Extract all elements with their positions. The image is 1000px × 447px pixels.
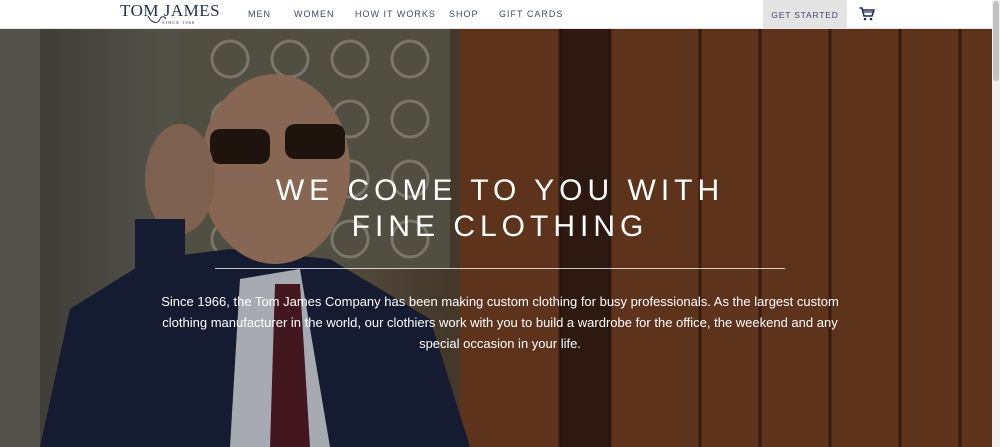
nav-item-shop[interactable]: SHOP bbox=[449, 9, 479, 19]
nav-item-gift-cards[interactable]: GIFT CARDS bbox=[499, 9, 563, 19]
brand-tagline: SINCE 1966 bbox=[162, 20, 196, 25]
cart-icon[interactable] bbox=[859, 7, 875, 21]
hero-headline-line1: WE COME TO YOU WITH bbox=[275, 174, 725, 207]
scrollbar-thumb[interactable] bbox=[993, 1, 999, 81]
hero-divider bbox=[215, 268, 785, 269]
nav-item-men[interactable]: MEN bbox=[248, 9, 271, 19]
site-header: TOM JAMES SINCE 1966 MEN WOMEN HOW IT WO… bbox=[0, 0, 1000, 29]
hero-section: WE COME TO YOU WITH FINE CLOTHING Since … bbox=[0, 29, 1000, 447]
hero-headline: WE COME TO YOU WITH FINE CLOTHING bbox=[200, 173, 800, 245]
get-started-button[interactable]: GET STARTED bbox=[763, 0, 847, 29]
nav-item-women[interactable]: WOMEN bbox=[294, 9, 335, 19]
nav-item-how-it-works[interactable]: HOW IT WORKS bbox=[355, 9, 436, 19]
hero-headline-line2: FINE CLOTHING bbox=[351, 210, 649, 243]
page-scrollbar[interactable] bbox=[992, 0, 1000, 447]
brand-logo[interactable]: TOM JAMES SINCE 1966 bbox=[118, 0, 220, 29]
brand-name: TOM JAMES bbox=[120, 1, 221, 20]
hero-description: Since 1966, the Tom James Company has be… bbox=[161, 294, 839, 351]
